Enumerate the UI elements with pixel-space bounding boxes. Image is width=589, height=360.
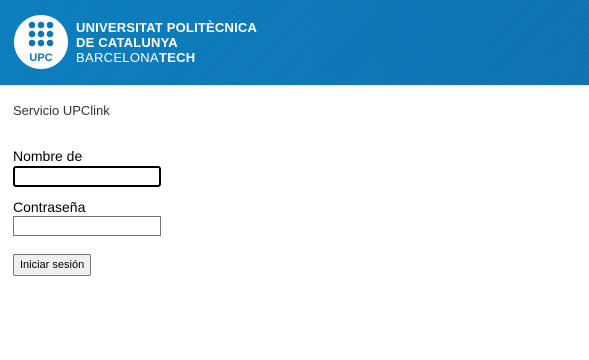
- username-input[interactable]: [13, 166, 161, 187]
- university-name-line3: BARCELONATECH: [76, 50, 257, 65]
- upc-mark-text: UPC: [29, 52, 52, 64]
- service-title: Servicio UPClink: [13, 103, 110, 118]
- password-input[interactable]: [13, 216, 161, 236]
- page-header: UPC UNIVERSITAT POLITÈCNICA DE CATALUNYA…: [0, 0, 589, 85]
- login-form: Servicio UPClink Nombre de usuario Contr…: [13, 102, 161, 276]
- university-name: UNIVERSITAT POLITÈCNICA DE CATALUNYA BAR…: [76, 20, 257, 65]
- upc-logo-mark: UPC: [14, 15, 68, 69]
- tech-text: TECH: [158, 50, 196, 65]
- upc-dots-icon: UPC: [28, 21, 54, 64]
- password-label: Contraseña: [13, 199, 86, 215]
- login-button[interactable]: Iniciar sesión: [13, 254, 92, 276]
- university-name-line2: DE CATALUNYA: [76, 35, 178, 50]
- barcelona-text: BARCELONA: [76, 50, 159, 65]
- university-name-line1: UNIVERSITAT POLITÈCNICA: [76, 20, 258, 35]
